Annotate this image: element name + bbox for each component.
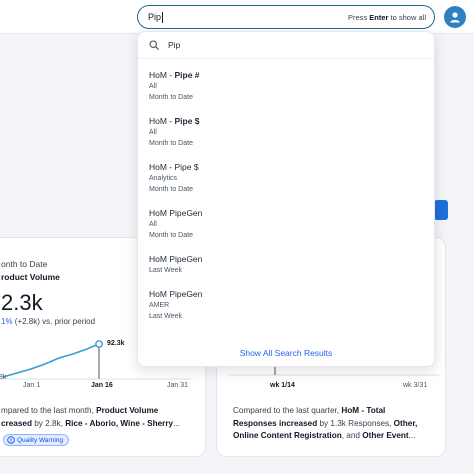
side-action-tab[interactable] [434, 200, 448, 220]
result-period: Last Week [149, 267, 182, 274]
search-typed-text: Pip [148, 12, 162, 22]
card-description: mpared to the last month, Product Volume… [1, 406, 180, 428]
search-results-dropdown: Pip HoM - Pipe # All Month to Date HoM -… [137, 31, 435, 367]
top-bar: Pip Press Enter to show all [0, 0, 474, 34]
card-period: onth to Date [1, 259, 48, 269]
user-avatar-icon[interactable] [444, 6, 466, 28]
axis-tick: wk 1/14 [270, 382, 295, 389]
sparkline-point [95, 340, 103, 348]
dropdown-query-text: Pip [168, 40, 181, 50]
result-title: HoM - Pipe # [149, 70, 200, 80]
dropdown-query-row: Pip [138, 32, 434, 59]
search-icon [149, 40, 159, 50]
result-title: HoM - Pipe $ [149, 116, 200, 126]
global-search-input[interactable]: Pip Press Enter to show all [137, 5, 435, 29]
search-result-item[interactable]: HoM PipeGen Last Week [149, 254, 429, 276]
search-hint: Press Enter to show all [348, 12, 426, 22]
result-period: Month to Date [149, 140, 193, 147]
search-result-item[interactable]: HoM - Pipe # All Month to Date [149, 70, 429, 103]
axis-tick: Jan 31 [167, 382, 189, 389]
sparkline-line [2, 343, 100, 378]
result-scope: All [149, 83, 157, 90]
result-scope: AMER [149, 302, 170, 309]
result-scope: All [149, 129, 157, 136]
result-period: Month to Date [149, 232, 193, 239]
result-scope: Analytics [149, 175, 178, 182]
axis-tick: Jan 1 [23, 382, 41, 389]
card-title: roduct Volume [1, 272, 60, 282]
show-all-results-link[interactable]: Show All Search Results [138, 348, 434, 358]
quality-warning-badge[interactable]: Quality Warning [3, 434, 69, 446]
result-period: Month to Date [149, 94, 193, 101]
axis-tick: wk 3/31 [403, 382, 428, 389]
card-big-value: 2.3k [1, 290, 43, 315]
result-period: Month to Date [149, 186, 193, 193]
result-period: Last Week [149, 313, 182, 320]
search-result-item[interactable]: HoM PipeGen AMER Last Week [149, 289, 429, 322]
result-scope: All [149, 221, 157, 228]
result-title: HoM - Pipe $ [149, 162, 199, 172]
card-change-text: 1% (+2.8k) vs. prior period [1, 317, 96, 326]
search-result-item[interactable]: HoM - Pipe $ All Month to Date [149, 116, 429, 149]
search-result-item[interactable]: HoM - Pipe $ Analytics Month to Date [149, 162, 429, 195]
result-title: HoM PipeGen [149, 254, 203, 264]
result-title: HoM PipeGen [149, 289, 203, 299]
sparkline-point-label: 92.3k [107, 340, 125, 347]
card-description: Compared to the last quarter, HoM - Tota… [233, 406, 418, 440]
warning-icon [7, 436, 15, 444]
axis-tick: 8k [0, 374, 7, 381]
axis-tick: Jan 16 [91, 382, 113, 389]
text-caret [162, 11, 164, 23]
search-result-item[interactable]: HoM PipeGen All Month to Date [149, 208, 429, 241]
result-title: HoM PipeGen [149, 208, 203, 218]
